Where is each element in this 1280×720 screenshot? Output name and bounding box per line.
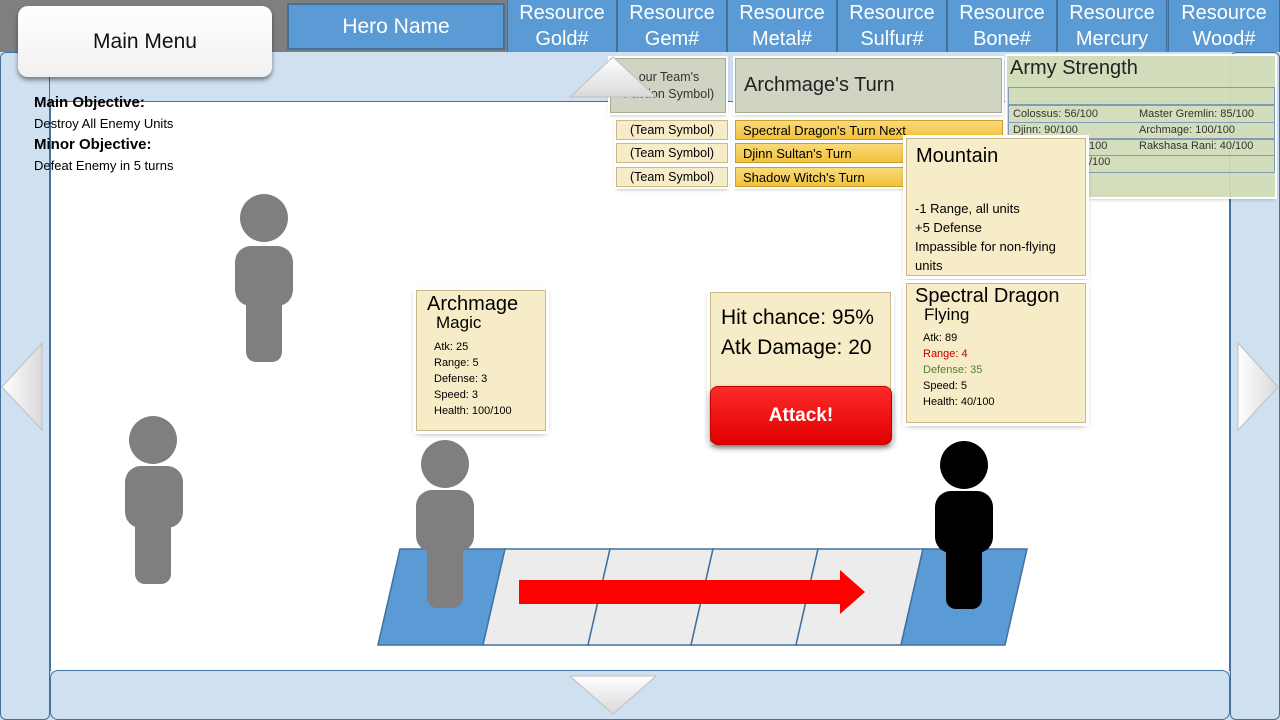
queue-team-symbol: (Team Symbol) <box>616 143 728 163</box>
hit-chance: Hit chance: 95% <box>721 306 874 329</box>
defender-atk: Atk: 89 <box>923 332 958 344</box>
queue-team-symbol: (Team Symbol) <box>616 167 728 187</box>
spectral-dragon-unit[interactable] <box>932 441 996 611</box>
army-entry: Colossus: 56/100 <box>1013 108 1098 120</box>
attacker-speed: Speed: 3 <box>434 389 479 401</box>
current-turn-box: Archmage's Turn <box>735 58 1002 113</box>
terrain-effect: units <box>915 258 943 273</box>
army-strength-header-row <box>1008 87 1275 105</box>
triangle-right-icon[interactable] <box>1234 340 1280 434</box>
attack-damage: Atk Damage: 20 <box>721 336 872 359</box>
unit-figure-grey[interactable] <box>123 416 187 586</box>
queue-team-symbol: (Team Symbol) <box>616 120 728 140</box>
army-entry: /100 <box>1089 156 1111 168</box>
army-entry: 100 <box>1089 140 1108 152</box>
terrain-name: Mountain <box>916 145 999 167</box>
attacker-atk: Atk: 25 <box>434 341 469 353</box>
army-entry: Master Gremlin: 85/100 <box>1139 108 1254 120</box>
defender-card: Spectral Dragon Flying Atk: 89 Range: 4 … <box>906 283 1086 423</box>
army-entry: Archmage: 100/100 <box>1139 124 1236 136</box>
terrain-effect: Impassible for non-flying <box>915 239 1056 254</box>
army-entry: Rakshasa Rani: 40/100 <box>1139 140 1254 152</box>
terrain-effect: +5 Defense <box>915 220 982 235</box>
defender-type: Flying <box>924 305 970 324</box>
triangle-down-icon[interactable] <box>566 672 660 718</box>
attacker-health: Health: 100/100 <box>434 405 512 417</box>
defender-defense: Defense: 35 <box>923 364 983 376</box>
current-turn-label: Archmage's Turn <box>744 74 895 96</box>
army-strength-title: Army Strength <box>1010 57 1138 79</box>
attacker-type: Magic <box>436 313 482 332</box>
triangle-left-icon[interactable] <box>0 340 46 434</box>
defender-speed: Speed: 5 <box>923 380 968 392</box>
attack-button[interactable]: Attack! <box>710 386 892 445</box>
archmage-unit[interactable] <box>413 440 477 610</box>
army-entry: Djinn: 90/100 <box>1013 124 1078 136</box>
terrain-effect: -1 Range, all units <box>915 201 1020 216</box>
defender-health: Health: 40/100 <box>923 396 995 408</box>
unit-figure-grey[interactable] <box>232 194 296 364</box>
queue-turn-next: Spectral Dragon's Turn Next <box>735 120 1003 140</box>
attacker-card: Archmage Magic Atk: 25 Range: 5 Defense:… <box>416 290 546 431</box>
attacker-defense: Defense: 3 <box>434 373 488 385</box>
triangle-up-icon[interactable] <box>566 55 660 101</box>
terrain-card: Mountain -1 Range, all units +5 Defense … <box>906 138 1086 276</box>
attacker-range: Range: 5 <box>434 357 479 369</box>
defender-range: Range: 4 <box>923 348 968 360</box>
